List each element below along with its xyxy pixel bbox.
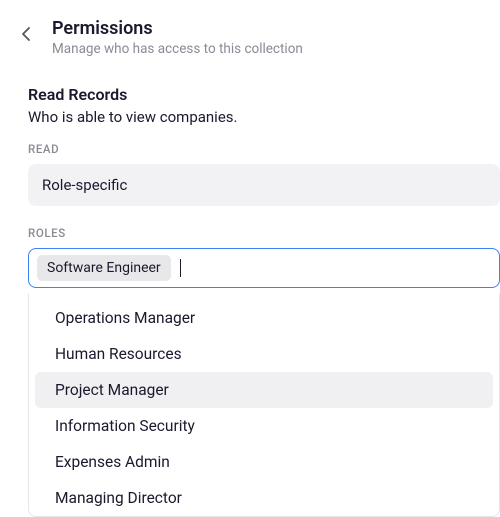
roles-input[interactable]: Software Engineer bbox=[28, 248, 500, 288]
dropdown-item-operations-manager[interactable]: Operations Manager bbox=[35, 300, 493, 336]
page-subtitle: Manage who has access to this collection bbox=[52, 41, 480, 57]
chevron-left-icon bbox=[21, 26, 31, 42]
read-select-value: Role-specific bbox=[42, 176, 127, 194]
section-title: Read Records bbox=[28, 85, 500, 104]
dropdown-item-label: Project Manager bbox=[55, 381, 169, 399]
content: Read Records Who is able to view compani… bbox=[0, 65, 500, 517]
read-select[interactable]: Role-specific bbox=[28, 164, 500, 206]
role-chip-label: Software Engineer bbox=[47, 260, 161, 276]
dropdown-item-project-manager[interactable]: Project Manager bbox=[35, 372, 493, 408]
role-chip[interactable]: Software Engineer bbox=[37, 255, 171, 281]
roles-dropdown: Operations Manager Human Resources Proje… bbox=[28, 294, 500, 517]
dropdown-item-label: Human Resources bbox=[55, 345, 182, 363]
page-title: Permissions bbox=[52, 18, 480, 39]
roles-label: ROLES bbox=[28, 226, 500, 240]
dropdown-item-managing-director[interactable]: Managing Director bbox=[35, 480, 493, 516]
header-text: Permissions Manage who has access to thi… bbox=[52, 18, 480, 57]
read-label: READ bbox=[28, 142, 500, 156]
section-description: Who is able to view companies. bbox=[28, 108, 500, 126]
dropdown-item-label: Expenses Admin bbox=[55, 453, 170, 471]
dropdown-item-label: Operations Manager bbox=[55, 309, 195, 327]
dropdown-item-human-resources[interactable]: Human Resources bbox=[35, 336, 493, 372]
page-header: Permissions Manage who has access to thi… bbox=[0, 0, 500, 65]
dropdown-item-information-security[interactable]: Information Security bbox=[35, 408, 493, 444]
dropdown-item-label: Information Security bbox=[55, 417, 195, 435]
back-button[interactable] bbox=[12, 20, 40, 48]
text-cursor bbox=[180, 259, 181, 277]
dropdown-item-expenses-admin[interactable]: Expenses Admin bbox=[35, 444, 493, 480]
dropdown-item-label: Managing Director bbox=[55, 489, 182, 507]
